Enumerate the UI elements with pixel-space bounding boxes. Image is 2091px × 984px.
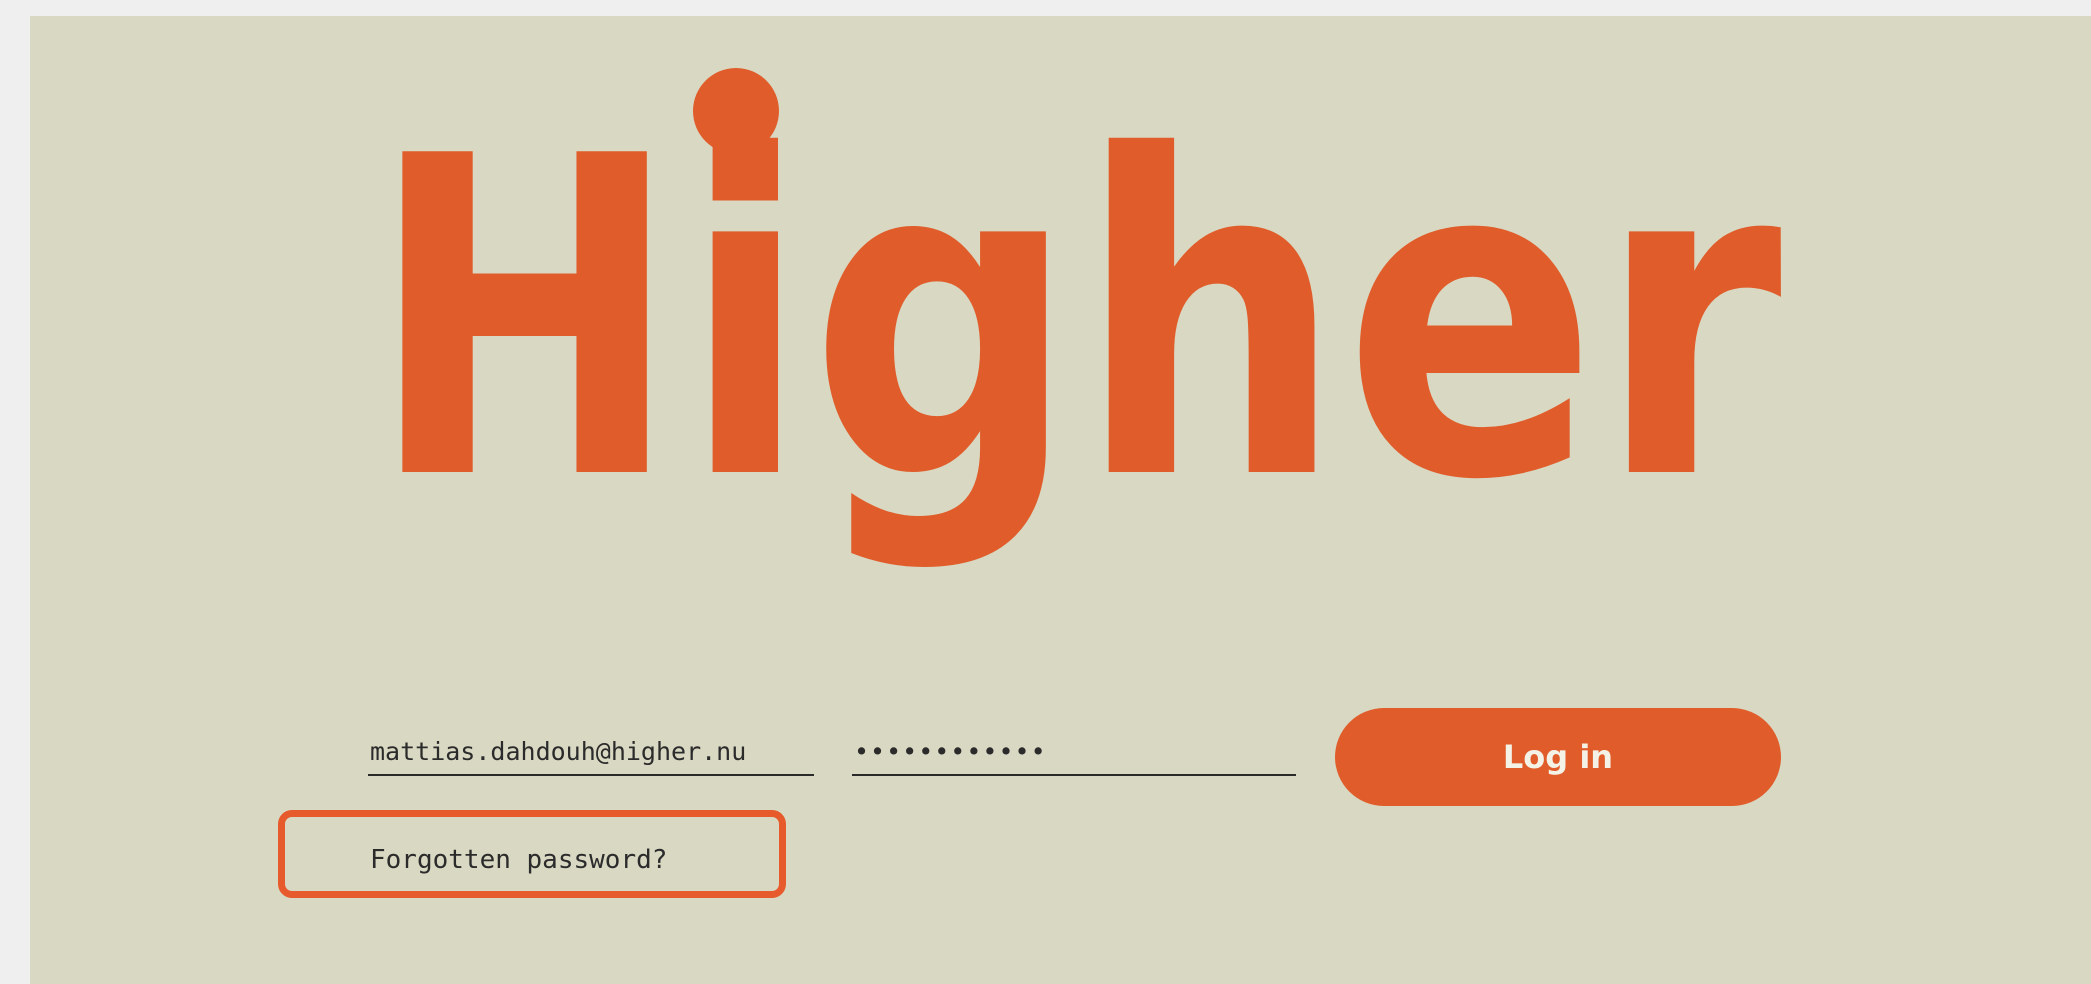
email-field[interactable] [368, 732, 814, 776]
forgot-password-link[interactable]: Forgotten password? [370, 845, 667, 875]
login-button[interactable]: Log in [1335, 708, 1781, 806]
password-field[interactable] [852, 732, 1296, 776]
